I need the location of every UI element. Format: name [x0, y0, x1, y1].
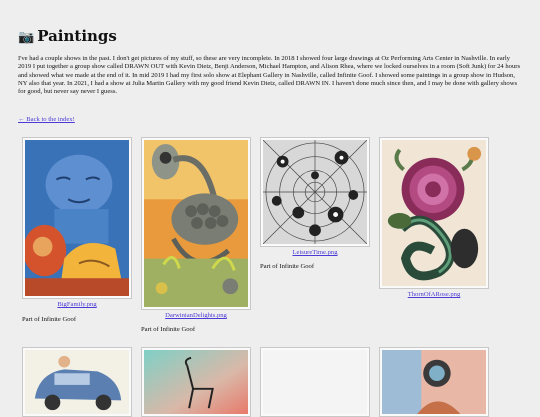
painting-thumbnail[interactable]	[141, 137, 251, 310]
gallery-item	[379, 347, 489, 417]
painting-thumbnail[interactable]	[260, 137, 370, 247]
painting-filename-link[interactable]: LeisureTime.png	[260, 249, 370, 256]
painting-darwinian-delights-image	[144, 140, 248, 307]
intro-paragraph: I've had a couple shows in the past. I d…	[18, 55, 521, 96]
painting-thumbnail[interactable]	[379, 137, 489, 289]
gallery-item	[141, 347, 251, 417]
painting-car-image	[25, 350, 129, 414]
gallery-item: BigFamily.png	[22, 137, 132, 308]
painting-thumbnail[interactable]	[260, 347, 370, 417]
painting-caption: Part of Infinite Goof	[22, 316, 77, 323]
painting-thorn-of-a-rose-image	[382, 140, 486, 286]
painting-filename-link[interactable]: DarwinianDelights.png	[141, 312, 251, 319]
painting-filename-link[interactable]: ThornOfARose.png	[379, 291, 489, 298]
painting-leisure-time-image	[263, 140, 367, 244]
painting-big-family-image	[25, 140, 129, 296]
painting-thumbnail[interactable]	[22, 137, 132, 299]
gallery-item	[22, 347, 132, 417]
gallery-item	[260, 347, 370, 417]
painting-caption: Part of Infinite Goof	[260, 263, 315, 270]
gallery-item: LeisureTime.png	[260, 137, 370, 256]
page-title: 📷 Paintings	[18, 27, 117, 45]
painting-caption: Part of Infinite Goof	[141, 326, 196, 333]
camera-icon: 📷	[18, 30, 35, 45]
painting-figure-image	[382, 350, 486, 414]
gallery-item: ThornOfARose.png	[379, 137, 489, 298]
painting-chair-image	[144, 350, 248, 414]
painting-blank-image	[263, 350, 367, 414]
painting-thumbnail[interactable]	[22, 347, 132, 417]
page-title-text: Paintings	[37, 27, 117, 45]
painting-filename-link[interactable]: BigFamily.png	[22, 301, 132, 308]
back-to-index-link[interactable]: ← Back to the index!	[18, 116, 75, 123]
gallery-item: DarwinianDelights.png	[141, 137, 251, 319]
painting-thumbnail[interactable]	[141, 347, 251, 417]
painting-thumbnail[interactable]	[379, 347, 489, 417]
